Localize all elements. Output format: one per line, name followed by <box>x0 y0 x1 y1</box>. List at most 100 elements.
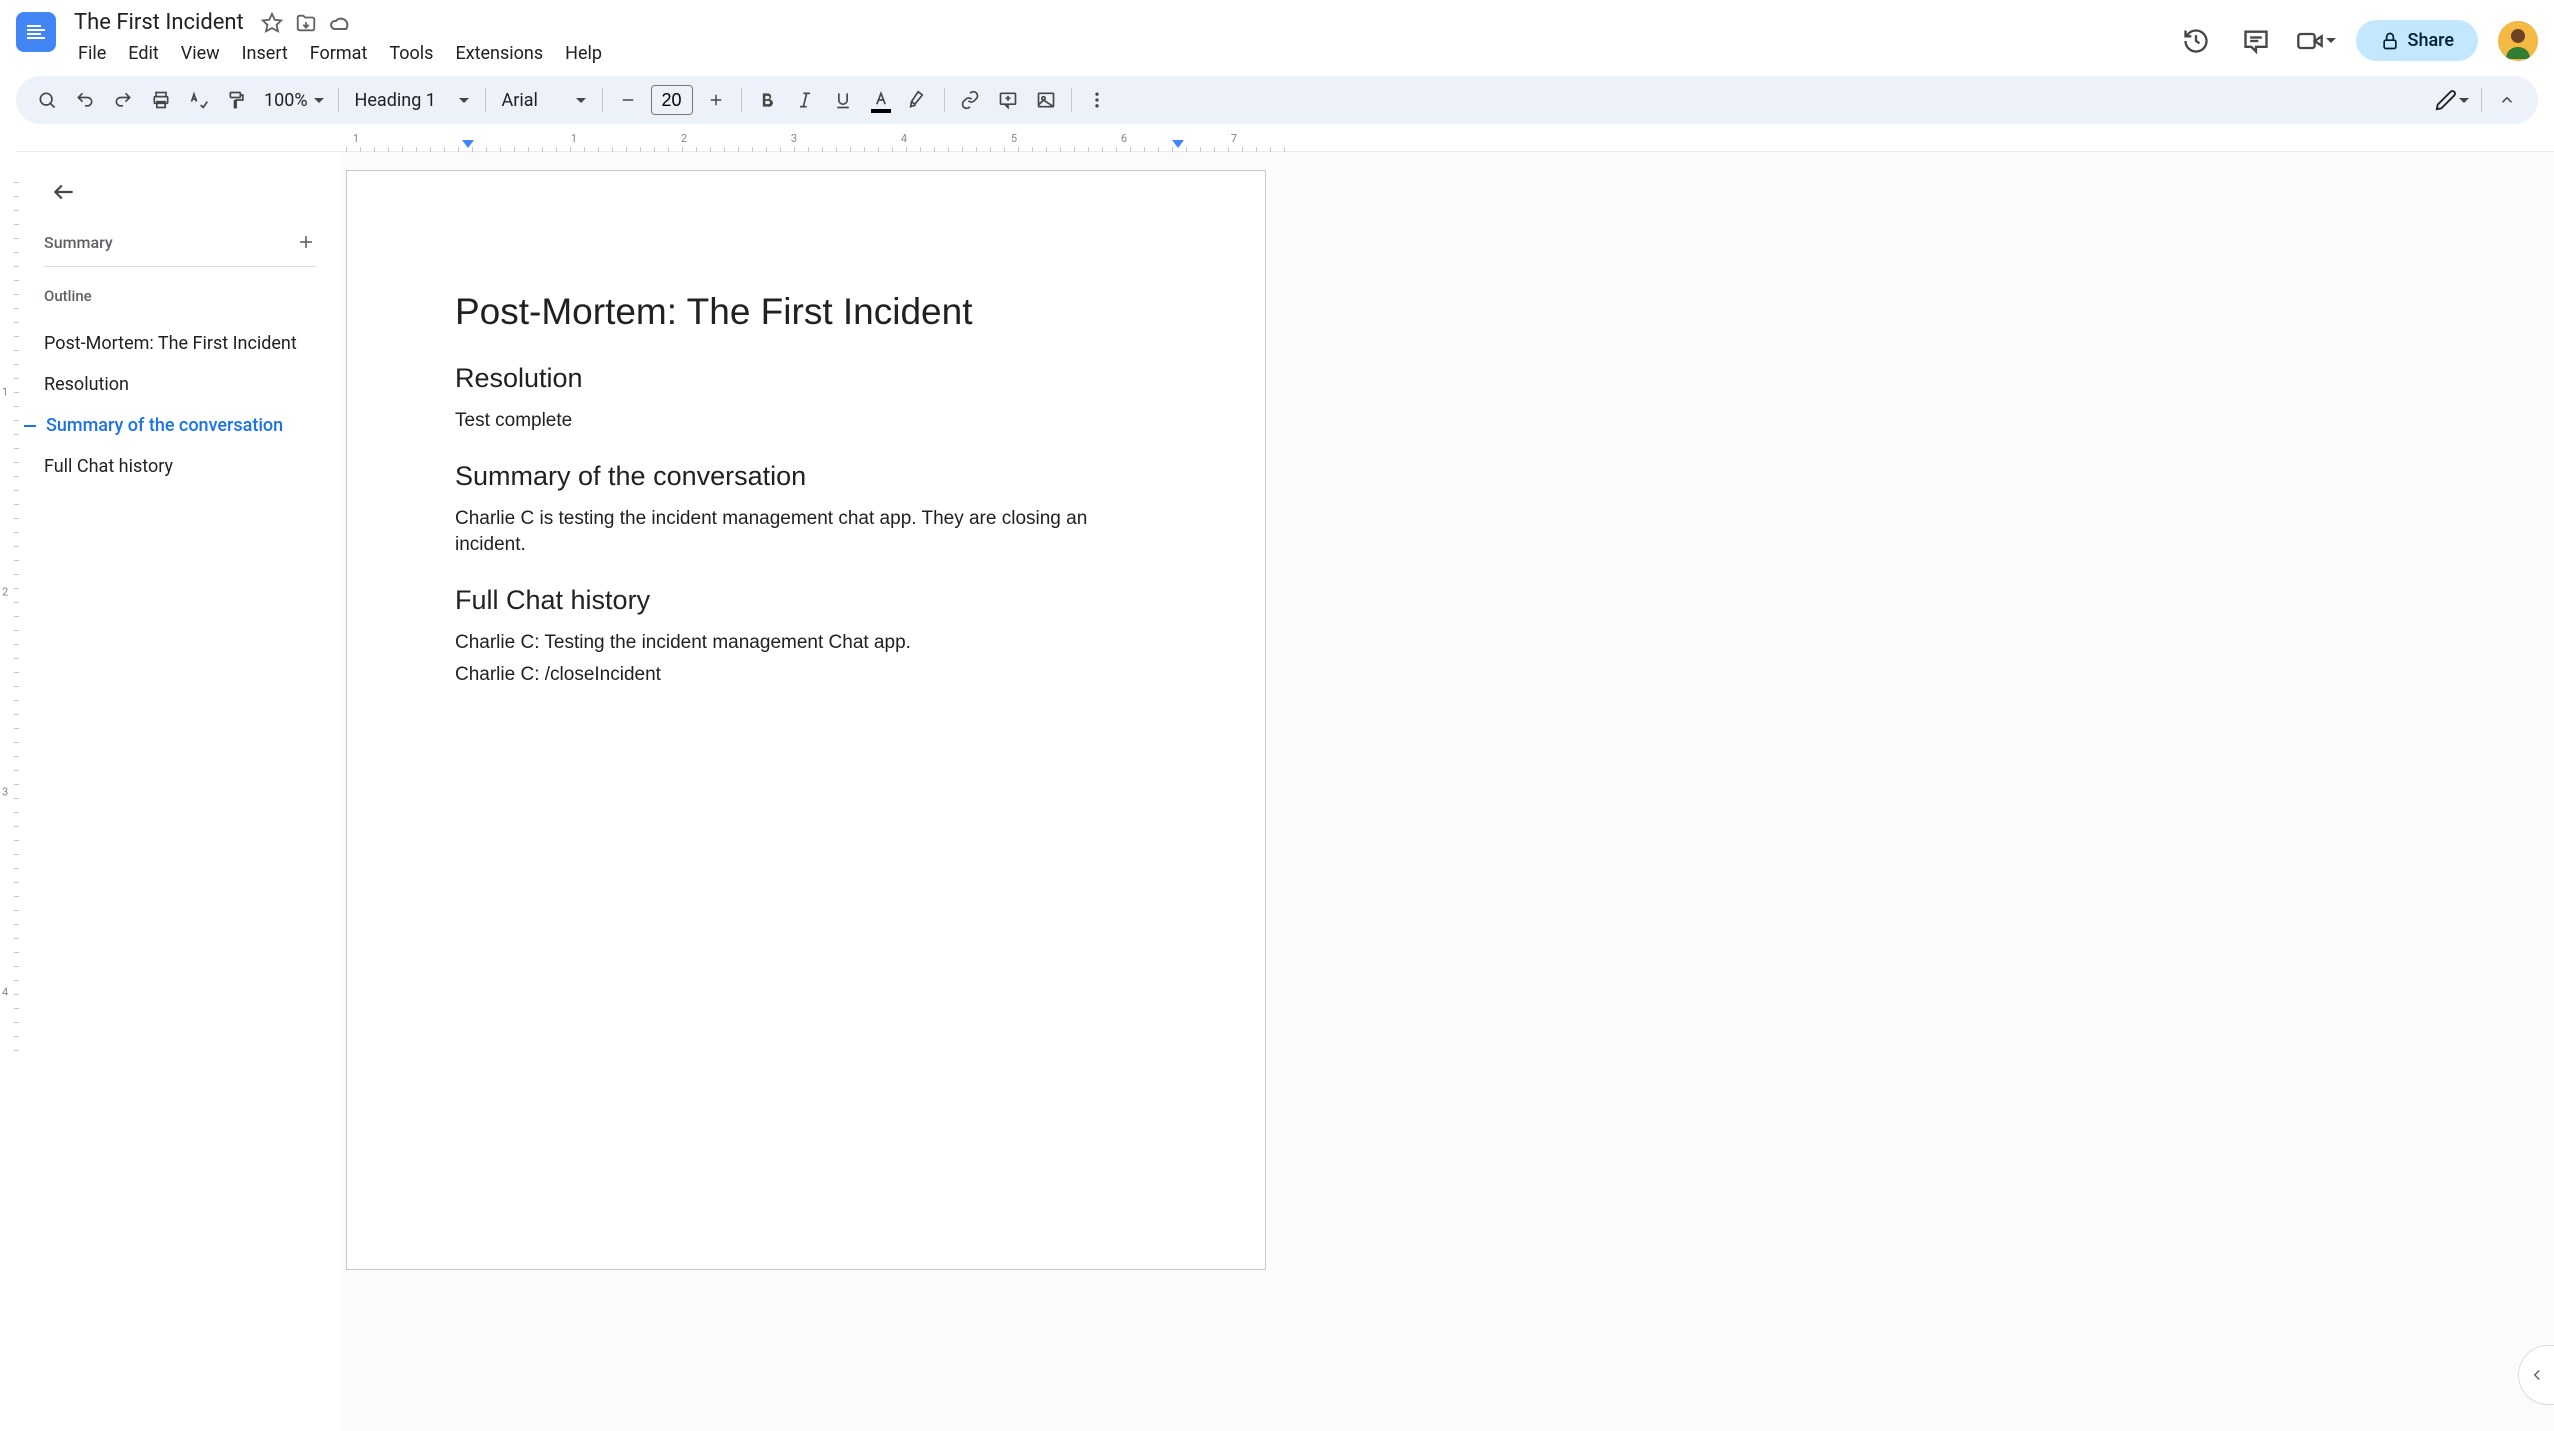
outline-item[interactable]: Resolution <box>44 364 316 405</box>
summary-heading: Summary <box>44 233 113 252</box>
paragraph[interactable]: Charlie C: Testing the incident manageme… <box>455 630 1157 657</box>
heading-resolution[interactable]: Resolution <box>455 363 1157 394</box>
docs-logo[interactable] <box>16 12 56 52</box>
menu-edit[interactable]: Edit <box>118 39 168 68</box>
account-avatar[interactable] <box>2498 21 2538 61</box>
add-summary-button[interactable] <box>296 232 316 252</box>
add-comment-button[interactable] <box>991 83 1025 117</box>
document-title[interactable]: The First Incident <box>68 8 250 37</box>
horizontal-ruler[interactable]: 1 1 2 3 4 5 6 7 <box>16 132 2554 152</box>
more-options-button[interactable] <box>1080 83 1114 117</box>
editing-mode-button[interactable] <box>2431 89 2473 111</box>
bold-button[interactable] <box>750 83 784 117</box>
separator <box>602 88 603 112</box>
ruler-tick: 1 <box>571 132 577 145</box>
separator <box>1071 88 1072 112</box>
outline-item[interactable]: Post-Mortem: The First Incident <box>44 323 316 364</box>
pencil-icon <box>2435 89 2457 111</box>
highlight-color-button[interactable] <box>902 83 936 117</box>
indent-marker-left[interactable] <box>462 140 474 148</box>
outline-sidebar: Summary Outline Post-Mortem: The First I… <box>20 152 340 1431</box>
font-value: Arial <box>502 90 538 111</box>
vertical-ruler[interactable]: 1234 <box>0 152 20 1431</box>
heading-chat-history[interactable]: Full Chat history <box>455 585 1157 616</box>
print-icon[interactable] <box>144 83 178 117</box>
paragraph[interactable]: Test complete <box>455 408 1157 435</box>
outline-item-label: Post-Mortem: The First Incident <box>44 333 297 354</box>
chevron-down-icon <box>314 98 324 103</box>
arrow-left-icon <box>51 179 77 205</box>
menu-view[interactable]: View <box>171 39 230 68</box>
ruler-tick: 2 <box>2 586 8 599</box>
star-icon[interactable] <box>260 11 284 35</box>
outline-item-label: Full Chat history <box>44 456 173 477</box>
font-size-increase[interactable] <box>699 83 733 117</box>
insert-image-button[interactable] <box>1029 83 1063 117</box>
cloud-status-icon[interactable] <box>328 11 352 35</box>
menu-insert[interactable]: Insert <box>232 39 298 68</box>
separator <box>2481 88 2482 112</box>
separator <box>741 88 742 112</box>
italic-button[interactable] <box>788 83 822 117</box>
undo-icon[interactable] <box>68 83 102 117</box>
menu-extensions[interactable]: Extensions <box>445 39 553 68</box>
style-value: Heading 1 <box>355 90 436 111</box>
spellcheck-icon[interactable] <box>182 83 216 117</box>
page[interactable]: Post-Mortem: The First Incident Resoluti… <box>346 170 1266 1270</box>
indent-marker-right[interactable] <box>1172 140 1184 148</box>
outline-item-label: Summary of the conversation <box>46 415 283 436</box>
history-icon[interactable] <box>2176 21 2216 61</box>
plus-icon <box>296 232 316 252</box>
paint-format-icon[interactable] <box>220 83 254 117</box>
ruler-tick: 5 <box>1011 132 1017 145</box>
close-outline-button[interactable] <box>44 172 84 212</box>
menu-tools[interactable]: Tools <box>379 39 443 68</box>
menu-format[interactable]: Format <box>300 39 378 68</box>
chevron-down-icon <box>576 98 586 103</box>
underline-button[interactable] <box>826 83 860 117</box>
ruler-tick: 7 <box>1231 132 1237 145</box>
paragraph-style-select[interactable]: Heading 1 <box>347 90 477 111</box>
text-color-button[interactable] <box>864 83 898 117</box>
zoom-value: 100% <box>264 90 308 111</box>
ruler-tick: 1 <box>353 132 359 145</box>
move-icon[interactable] <box>294 11 318 35</box>
chevron-down-icon <box>2459 98 2469 103</box>
share-label: Share <box>2408 30 2454 51</box>
document-canvas[interactable]: Post-Mortem: The First Incident Resoluti… <box>340 152 2554 1431</box>
collapse-toolbar-button[interactable] <box>2490 83 2524 117</box>
comments-icon[interactable] <box>2236 21 2276 61</box>
text-color-swatch <box>871 109 891 113</box>
chevron-down-icon <box>459 98 469 103</box>
outline-item[interactable]: Summary of the conversation <box>44 405 316 446</box>
separator <box>338 88 339 112</box>
heading-summary[interactable]: Summary of the conversation <box>455 461 1157 492</box>
redo-icon[interactable] <box>106 83 140 117</box>
ruler-tick: 4 <box>901 132 907 145</box>
insert-link-button[interactable] <box>953 83 987 117</box>
outline-item[interactable]: Full Chat history <box>44 446 316 487</box>
ruler-tick: 4 <box>2 986 8 999</box>
chevron-down-icon <box>2326 38 2336 43</box>
zoom-select[interactable]: 100% <box>258 90 330 111</box>
heading-title[interactable]: Post-Mortem: The First Incident <box>455 291 1157 333</box>
share-button[interactable]: Share <box>2356 20 2478 61</box>
menu-file[interactable]: File <box>68 39 116 68</box>
outline-active-indicator <box>24 425 36 427</box>
outline-item-label: Resolution <box>44 374 129 395</box>
ruler-tick: 6 <box>1121 132 1127 145</box>
lock-icon <box>2380 31 2400 51</box>
font-size-input[interactable] <box>651 85 693 115</box>
font-family-select[interactable]: Arial <box>494 90 594 111</box>
font-size-decrease[interactable] <box>611 83 645 117</box>
paragraph[interactable]: Charlie C is testing the incident manage… <box>455 506 1157 559</box>
ruler-tick: 3 <box>2 786 8 799</box>
paragraph[interactable]: Charlie C: /closeIncident <box>455 662 1157 689</box>
ruler-tick: 2 <box>681 132 687 145</box>
meet-button[interactable] <box>2296 21 2336 61</box>
menu-help[interactable]: Help <box>555 39 612 68</box>
separator <box>485 88 486 112</box>
ruler-tick: 3 <box>791 132 797 145</box>
search-icon[interactable] <box>30 83 64 117</box>
separator <box>944 88 945 112</box>
